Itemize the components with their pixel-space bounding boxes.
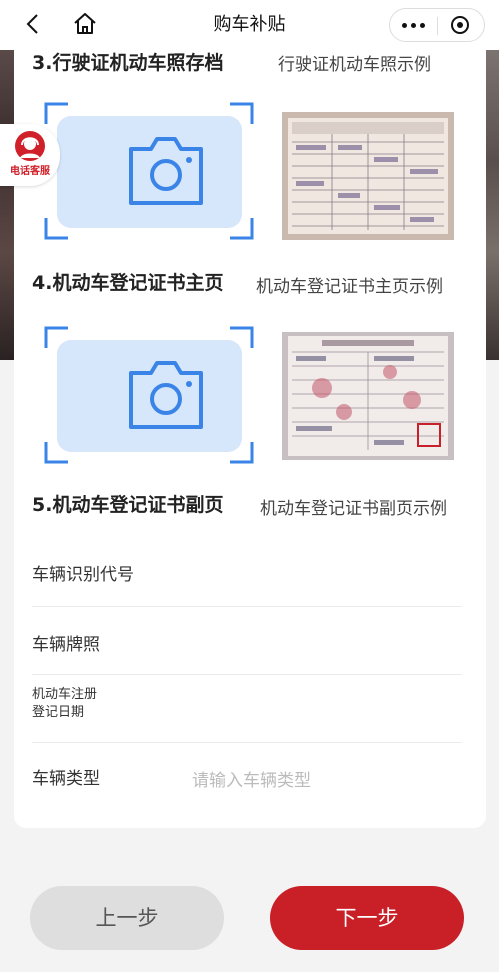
more-icon[interactable] bbox=[390, 9, 437, 41]
vin-label: 车辆识别代号 bbox=[32, 565, 134, 585]
register-date-label-line2: 登记日期 bbox=[32, 705, 85, 720]
camera-icon bbox=[129, 361, 203, 429]
close-mini-program-icon[interactable] bbox=[437, 9, 484, 41]
section-title-4: 4.机动车登记证书主页 bbox=[32, 272, 224, 294]
register-date-label-line1: 机动车注册 bbox=[32, 687, 98, 702]
headset-agent-icon bbox=[15, 131, 45, 161]
vehicle-type-label: 车辆类型 bbox=[32, 769, 100, 789]
upload-box-driving-license[interactable] bbox=[44, 102, 254, 240]
sample-label-5: 机动车登记证书副页示例 bbox=[260, 499, 447, 519]
phone-support-button[interactable]: 电话客服 bbox=[0, 124, 60, 186]
sample-image-driving-license bbox=[282, 112, 454, 240]
section-title-3: 3.行驶证机动车照存档 bbox=[32, 52, 224, 74]
plate-row[interactable]: 车辆牌照 bbox=[32, 606, 462, 675]
next-step-button[interactable]: 下一步 bbox=[270, 886, 464, 950]
mini-program-capsule bbox=[389, 8, 485, 42]
previous-step-button[interactable]: 上一步 bbox=[30, 886, 224, 950]
section-title-5: 5.机动车登记证书副页 bbox=[32, 494, 224, 516]
vin-row[interactable]: 车辆识别代号 bbox=[32, 538, 462, 607]
sample-image-registration-main bbox=[282, 332, 454, 460]
sample-label-4: 机动车登记证书主页示例 bbox=[256, 277, 443, 297]
register-date-row[interactable]: 机动车注册 登记日期 bbox=[32, 674, 462, 743]
register-date-label: 机动车注册 登记日期 bbox=[32, 686, 97, 722]
phone-support-label: 电话客服 bbox=[10, 166, 50, 177]
nav-bar: 购车补贴 bbox=[0, 0, 499, 50]
upload-box-registration-main[interactable] bbox=[44, 326, 254, 464]
camera-icon bbox=[129, 137, 203, 205]
sample-label-3: 行驶证机动车照示例 bbox=[278, 55, 431, 75]
plate-label: 车辆牌照 bbox=[32, 635, 100, 655]
upload-card: 3.行驶证机动车照存档 行驶证机动车照示例 4.机动车登记证书主页 机动车登记证… bbox=[14, 50, 486, 828]
vehicle-type-row: 车辆类型 请输入车辆类型 bbox=[32, 742, 462, 810]
vehicle-type-input[interactable]: 请输入车辆类型 bbox=[192, 766, 311, 791]
